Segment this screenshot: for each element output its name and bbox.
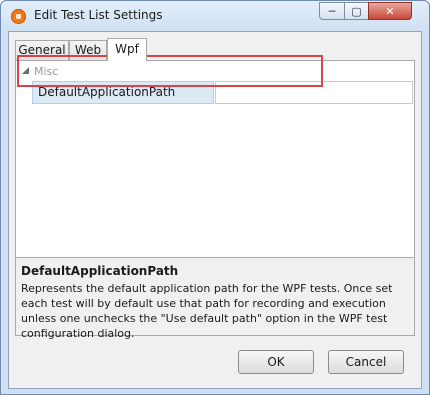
cancel-button[interactable]: Cancel [328, 350, 404, 374]
minimize-icon: ─ [328, 4, 336, 18]
window-title: Edit Test List Settings [34, 8, 163, 22]
property-name[interactable]: DefaultApplicationPath [32, 81, 214, 104]
close-button[interactable]: ✕ [368, 2, 412, 20]
description-title: DefaultApplicationPath [21, 264, 179, 278]
minimize-button[interactable]: ─ [319, 2, 345, 20]
tab-wpf[interactable]: Wpf [107, 38, 147, 61]
tab-web[interactable]: Web [69, 40, 107, 60]
dialog-client-area: General Web Wpf Misc DefaultApplicationP… [8, 31, 422, 389]
ok-button[interactable]: OK [238, 350, 314, 374]
test-studio-icon [11, 9, 26, 24]
tab-general[interactable]: General [15, 40, 69, 60]
description-pane: DefaultApplicationPath Represents the de… [16, 257, 414, 340]
property-grid: Misc DefaultApplicationPath [22, 65, 413, 225]
description-text: Represents the default application path … [21, 282, 393, 340]
property-value-field[interactable] [215, 81, 413, 104]
wpf-tab-panel: Misc DefaultApplicationPath DefaultAppli… [15, 60, 415, 340]
maximize-icon: ▢ [351, 4, 362, 18]
maximize-button[interactable]: ▢ [344, 2, 369, 20]
property-row[interactable]: DefaultApplicationPath [32, 81, 415, 105]
collapse-triangle-icon[interactable] [22, 67, 29, 74]
close-icon: ✕ [385, 4, 395, 18]
title-bar[interactable]: Edit Test List Settings ─ ▢ ✕ [1, 1, 429, 31]
category-label: Misc [34, 65, 59, 78]
dialog-window: Edit Test List Settings ─ ▢ ✕ General We… [0, 0, 430, 395]
